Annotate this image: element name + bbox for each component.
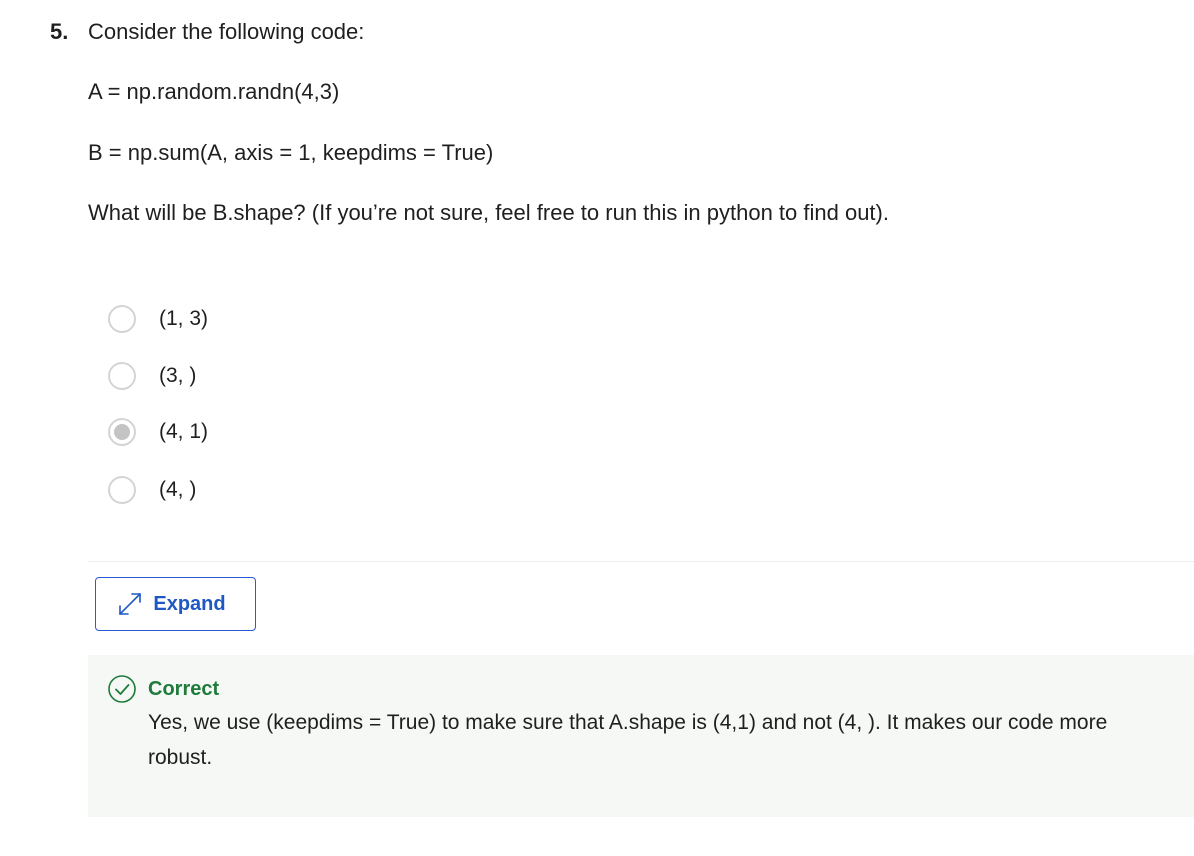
radio-button[interactable] bbox=[108, 305, 136, 333]
check-circle-icon bbox=[107, 674, 137, 704]
option-label: (3, ) bbox=[159, 364, 197, 387]
expand-label: Expand bbox=[153, 592, 226, 615]
option-2[interactable]: (3, ) bbox=[108, 360, 196, 392]
divider bbox=[88, 561, 1194, 562]
code-line-1: A = np.random.randn(4,3) bbox=[88, 79, 340, 104]
expand-arrows-icon bbox=[115, 589, 145, 619]
option-4[interactable]: (4, ) bbox=[108, 474, 196, 506]
question-ask: What will be B.shape? (If you’re not sur… bbox=[88, 200, 889, 225]
feedback-panel: Correct Yes, we use (keepdims = True) to… bbox=[88, 655, 1194, 817]
option-3[interactable]: (4, 1) bbox=[108, 416, 208, 448]
feedback-text: Yes, we use (keepdims = True) to make su… bbox=[148, 711, 1108, 769]
radio-button[interactable] bbox=[108, 476, 136, 504]
option-label: (4, ) bbox=[159, 478, 197, 501]
question-prompt: Consider the following code: bbox=[88, 19, 365, 44]
feedback-status: Correct bbox=[148, 678, 220, 700]
radio-button[interactable] bbox=[108, 362, 136, 390]
expand-button[interactable]: Expand bbox=[95, 577, 256, 631]
option-1[interactable]: (1, 3) bbox=[108, 303, 208, 335]
radio-button-selected[interactable] bbox=[108, 418, 136, 446]
option-label: (1, 3) bbox=[159, 307, 209, 330]
option-label: (4, 1) bbox=[159, 420, 209, 443]
code-line-2: B = np.sum(A, axis = 1, keepdims = True) bbox=[88, 140, 494, 165]
question-number: 5. bbox=[50, 19, 69, 44]
